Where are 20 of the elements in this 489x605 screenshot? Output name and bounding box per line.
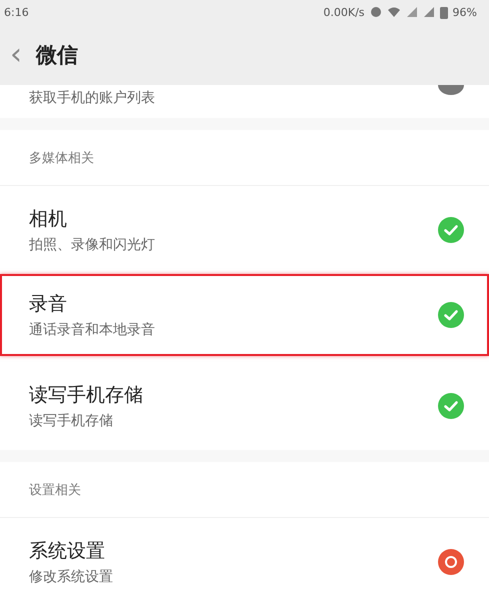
signal-icon bbox=[406, 6, 418, 18]
permission-title: 录音 bbox=[29, 292, 68, 317]
permission-title: 读写手机存储 bbox=[29, 383, 143, 408]
permission-title: 系统设置 bbox=[29, 539, 106, 564]
battery-level: 96% bbox=[452, 6, 477, 18]
page-title: 微信 bbox=[36, 42, 78, 68]
network-speed: 0.00K/s bbox=[323, 6, 365, 18]
permission-description: 读写手机存储 bbox=[29, 412, 114, 430]
section-heading: 多媒体相关 bbox=[29, 150, 94, 166]
wifi-icon bbox=[386, 6, 401, 18]
permission-description: 修改系统设置 bbox=[29, 568, 113, 586]
section-heading: 设置相关 bbox=[29, 482, 81, 498]
signal-icon bbox=[422, 6, 435, 18]
clock-time: 6:16 bbox=[4, 6, 29, 18]
battery-icon bbox=[440, 6, 448, 18]
permission-description: 获取手机的账户列表 bbox=[29, 89, 155, 107]
back-button[interactable]: ‹ bbox=[10, 40, 22, 70]
permission-description: 通话录音和本地录音 bbox=[29, 321, 155, 339]
permission-description: 拍照、录像和闪光灯 bbox=[29, 236, 155, 254]
permission-title: 相机 bbox=[29, 207, 68, 232]
